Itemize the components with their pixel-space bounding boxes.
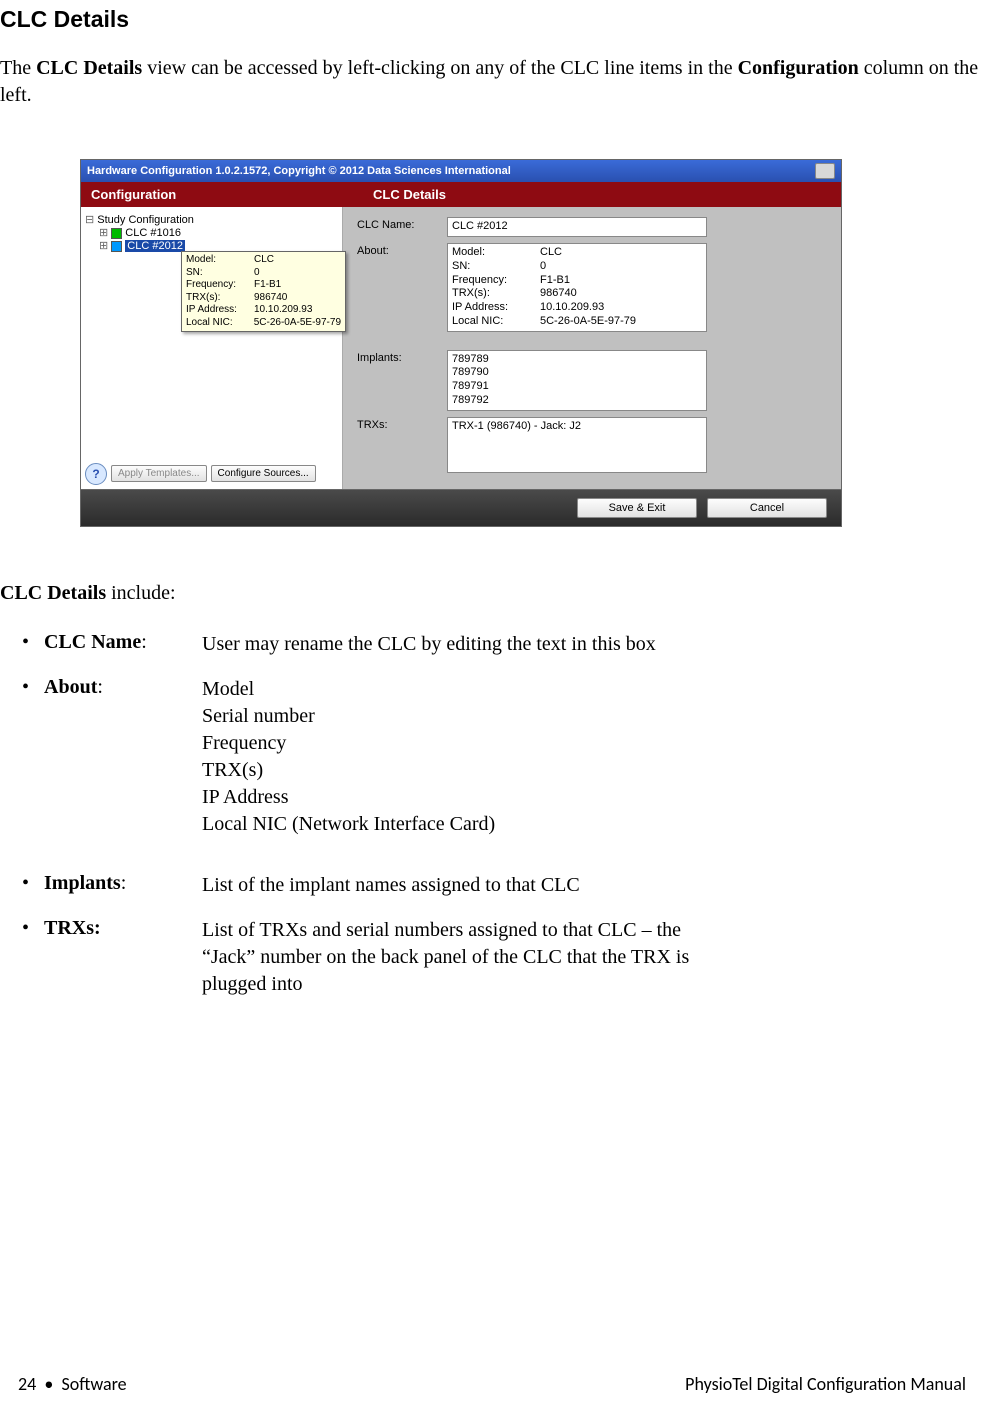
about-value: 0 xyxy=(540,260,546,274)
definition-row: •TRXs:List of TRXs and serial numbers as… xyxy=(22,917,984,998)
tree-root-label: Study Configuration xyxy=(97,214,194,226)
definition-row: •CLC Name:User may rename the CLC by edi… xyxy=(22,631,984,658)
titlebar-control-icon[interactable] xyxy=(815,163,835,179)
clc-name-label: CLC Name: xyxy=(357,217,447,231)
tooltip-value: 0 xyxy=(254,267,260,280)
footer-separator: • xyxy=(44,1373,53,1395)
tooltip-value: 10.10.209.93 xyxy=(254,304,312,317)
about-value: 986740 xyxy=(540,287,577,301)
intro-pre: The xyxy=(0,57,36,79)
definition-description: List of the implant names assigned to th… xyxy=(202,872,732,899)
definition-row: •About:Model Serial number Frequency TRX… xyxy=(22,676,984,838)
about-key: IP Address: xyxy=(452,301,540,315)
about-label: About: xyxy=(357,243,447,257)
tree-item[interactable]: CLC #1016 xyxy=(99,226,338,239)
intro-bold-2: Configuration xyxy=(738,57,859,79)
tooltip-key: IP Address: xyxy=(186,304,254,317)
tooltip-value: CLC xyxy=(254,254,274,267)
about-value: CLC xyxy=(540,246,562,260)
footer-right: PhysioTel Digital Configuration Manual xyxy=(685,1373,966,1395)
tooltip-row: TRX(s):986740 xyxy=(186,292,341,305)
definition-term: About: xyxy=(44,676,202,838)
about-key: Local NIC: xyxy=(452,315,540,329)
tooltip-key: Frequency: xyxy=(186,279,254,292)
bullet-icon: • xyxy=(22,872,44,899)
definition-term: Implants: xyxy=(44,872,202,899)
implants-label: Implants: xyxy=(357,350,447,364)
intro-bold-1: CLC Details xyxy=(36,57,142,79)
definition-row: •Implants:List of the implant names assi… xyxy=(22,872,984,899)
page-footer: 24 • Software PhysioTel Digital Configur… xyxy=(18,1373,966,1395)
definition-description: List of TRXs and serial numbers assigned… xyxy=(202,917,732,998)
trxs-label: TRXs: xyxy=(357,417,447,431)
status-dot-icon xyxy=(111,241,122,252)
footer-left: 24 • Software xyxy=(18,1373,127,1395)
tooltip-row: Frequency:F1-B1 xyxy=(186,279,341,292)
configuration-tree-panel: Study Configuration CLC #1016CLC #2012 M… xyxy=(81,207,343,489)
tooltip-value: 5C-26-0A-5E-97-79 xyxy=(254,317,341,330)
bullet-icon: • xyxy=(22,917,44,998)
intro-mid: view can be accessed by left-clicking on… xyxy=(142,57,737,79)
section-heading: CLC Details xyxy=(0,6,984,33)
clc-details-panel: CLC Name: CLC #2012 About: Model:CLCSN:0… xyxy=(343,207,841,489)
window-footer: Save & Exit Cancel xyxy=(81,489,841,526)
panel-header-configuration: Configuration xyxy=(81,182,363,207)
tooltip-row: IP Address:10.10.209.93 xyxy=(186,304,341,317)
implants-box: 789789 789790 789791 789792 xyxy=(447,350,707,411)
titlebar: Hardware Configuration 1.0.2.1572, Copyr… xyxy=(81,160,841,182)
definition-term: CLC Name: xyxy=(44,631,202,658)
apply-templates-button[interactable]: Apply Templates... xyxy=(111,465,207,482)
tooltip-row: Model:CLC xyxy=(186,254,341,267)
about-row: IP Address:10.10.209.93 xyxy=(452,301,702,315)
about-row: Local NIC:5C-26-0A-5E-97-79 xyxy=(452,315,702,329)
tooltip-key: Local NIC: xyxy=(186,317,254,330)
tree-item-label: CLC #1016 xyxy=(125,227,181,239)
details-include-bold: CLC Details xyxy=(0,582,106,604)
about-value: 10.10.209.93 xyxy=(540,301,604,315)
details-include-rest: include: xyxy=(106,582,175,604)
save-exit-button[interactable]: Save & Exit xyxy=(577,498,697,518)
about-row: TRX(s):986740 xyxy=(452,287,702,301)
about-row: SN:0 xyxy=(452,260,702,274)
tree-root[interactable]: Study Configuration xyxy=(85,213,338,226)
app-window: Hardware Configuration 1.0.2.1572, Copyr… xyxy=(80,159,842,527)
tooltip-row: SN:0 xyxy=(186,267,341,280)
tooltip-key: SN: xyxy=(186,267,254,280)
clc-name-input[interactable]: CLC #2012 xyxy=(447,217,707,237)
footer-section: Software xyxy=(62,1373,127,1395)
status-dot-icon xyxy=(111,228,122,239)
tooltip-key: TRX(s): xyxy=(186,292,254,305)
clc-tooltip: Model:CLCSN:0Frequency:F1-B1TRX(s):98674… xyxy=(181,251,346,332)
configure-sources-button[interactable]: Configure Sources... xyxy=(211,465,316,482)
about-value: F1-B1 xyxy=(540,274,570,288)
tree-item-label: CLC #2012 xyxy=(125,240,185,252)
about-value: 5C-26-0A-5E-97-79 xyxy=(540,315,636,329)
tooltip-row: Local NIC:5C-26-0A-5E-97-79 xyxy=(186,317,341,330)
tooltip-key: Model: xyxy=(186,254,254,267)
tooltip-value: F1-B1 xyxy=(254,279,281,292)
about-row: Model:CLC xyxy=(452,246,702,260)
bullet-icon: • xyxy=(22,676,44,838)
definitions-list: •CLC Name:User may rename the CLC by edi… xyxy=(22,631,984,998)
definition-description: User may rename the CLC by editing the t… xyxy=(202,631,732,658)
definition-description: Model Serial number Frequency TRX(s) IP … xyxy=(202,676,732,838)
about-key: Model: xyxy=(452,246,540,260)
trxs-box: TRX-1 (986740) - Jack: J2 xyxy=(447,417,707,473)
about-key: TRX(s): xyxy=(452,287,540,301)
footer-page-number: 24 xyxy=(18,1373,36,1395)
about-row: Frequency:F1-B1 xyxy=(452,274,702,288)
about-key: Frequency: xyxy=(452,274,540,288)
window-title: Hardware Configuration 1.0.2.1572, Copyr… xyxy=(87,165,511,177)
tooltip-value: 986740 xyxy=(254,292,287,305)
definition-term: TRXs: xyxy=(44,917,202,998)
panel-header-clc-details: CLC Details xyxy=(363,182,841,207)
about-key: SN: xyxy=(452,260,540,274)
cancel-button[interactable]: Cancel xyxy=(707,498,827,518)
details-include-line: CLC Details include: xyxy=(0,582,984,605)
help-button[interactable]: ? xyxy=(85,463,107,485)
about-box: Model:CLCSN:0Frequency:F1-B1TRX(s):98674… xyxy=(447,243,707,332)
intro-paragraph: The CLC Details view can be accessed by … xyxy=(0,55,984,109)
bullet-icon: • xyxy=(22,631,44,658)
